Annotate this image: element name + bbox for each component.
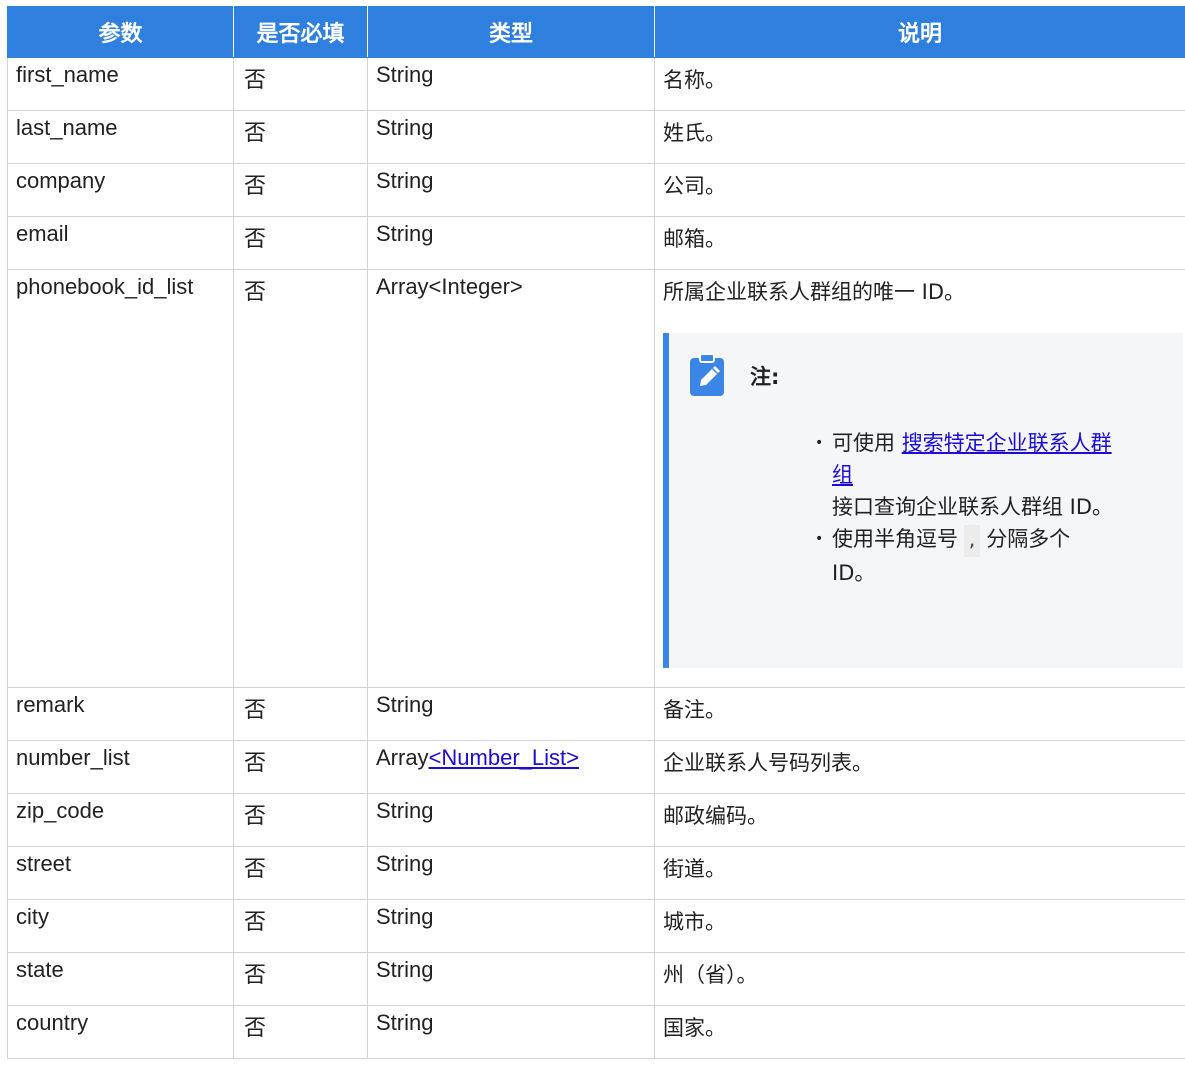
note-item2-prefix: 使用半角逗号: [832, 527, 958, 551]
required-value: 否: [244, 751, 267, 776]
param-name: street: [16, 851, 72, 876]
table-row: number_list 否 Array<Number_List> 企业联系人号码…: [7, 740, 1185, 794]
description-value: 邮政编码。: [663, 804, 768, 828]
table-row: first_name 否 String 名称。: [7, 57, 1185, 111]
type-value: String: [376, 904, 434, 929]
type-value: String: [376, 957, 434, 982]
header-required: 是否必填: [233, 6, 368, 58]
note-list: 可使用 搜索特定企业联系人群组接口查询企业联系人群组 ID。 使用半角逗号,分隔…: [815, 427, 1115, 589]
type-value: Array<Number_List>: [376, 741, 654, 771]
required-value: 否: [244, 1016, 267, 1041]
required-value: 否: [244, 280, 267, 305]
required-value: 否: [244, 227, 267, 252]
description-value: 街道。: [663, 857, 726, 881]
note-item: 可使用 搜索特定企业联系人群组接口查询企业联系人群组 ID。: [815, 427, 1115, 523]
table-row: zip_code 否 String 邮政编码。: [7, 793, 1185, 847]
type-value: String: [376, 851, 434, 876]
param-name: last_name: [16, 115, 118, 140]
description-value: 城市。: [663, 910, 726, 934]
required-value: 否: [244, 910, 267, 935]
description-value: 邮箱。: [663, 227, 726, 251]
header-type: 类型: [367, 6, 655, 58]
type-value: Array<Integer>: [376, 274, 523, 299]
required-value: 否: [244, 698, 267, 723]
required-value: 否: [244, 121, 267, 146]
note-item1-prefix: 可使用: [832, 431, 902, 455]
comma-code: ,: [964, 525, 981, 557]
table-row: email 否 String 邮箱。: [7, 216, 1185, 270]
param-name: country: [16, 1010, 89, 1035]
table-row: city 否 String 城市。: [7, 899, 1185, 953]
table-row: country 否 String 国家。: [7, 1005, 1185, 1059]
table-row: company 否 String 公司。: [7, 163, 1185, 217]
type-value: String: [376, 1010, 434, 1035]
note-item1-suffix: 接口查询企业联系人群组 ID。: [832, 495, 1114, 519]
description-value: 企业联系人号码列表。: [663, 751, 873, 775]
parameter-table: 参数 是否必填 类型 说明 first_name 否 String 名称。 la…: [7, 6, 1185, 1059]
note-title: 注:: [750, 365, 780, 389]
description-value: 所属企业联系人群组的唯一 ID。: [663, 280, 966, 304]
required-value: 否: [244, 963, 267, 988]
type-value: String: [376, 115, 434, 140]
table-header-row: 参数 是否必填 类型 说明: [7, 6, 1185, 58]
param-name: remark: [16, 692, 85, 717]
param-name: first_name: [16, 62, 119, 87]
type-value: String: [376, 62, 434, 87]
param-name: phonebook_id_list: [16, 274, 194, 299]
note-callout: 注: 可使用 搜索特定企业联系人群组接口查询企业联系人群组 ID。 使用半角逗号…: [663, 333, 1183, 668]
table-row: phonebook_id_list 否 Array<Integer> 所属企业联…: [7, 269, 1185, 688]
type-prefix: Array: [376, 745, 429, 770]
description-value: 国家。: [663, 1016, 726, 1040]
description-value: 名称。: [663, 68, 726, 92]
description-value: 州（省）。: [663, 963, 758, 987]
table-row: state 否 String 州（省）。: [7, 952, 1185, 1006]
type-value: String: [376, 798, 434, 823]
table-row: remark 否 String 备注。: [7, 687, 1185, 741]
note-item: 使用半角逗号,分隔多个 ID。: [815, 523, 1115, 589]
description-value: 备注。: [663, 698, 726, 722]
number-list-link[interactable]: <Number_List>: [429, 745, 579, 770]
param-name: email: [16, 221, 69, 246]
type-value: String: [376, 168, 434, 193]
param-name: company: [16, 168, 106, 193]
edit-note-icon: [690, 353, 724, 396]
param-name: zip_code: [16, 798, 105, 823]
param-name: city: [16, 904, 49, 929]
required-value: 否: [244, 857, 267, 882]
description-value: 姓氏。: [663, 121, 726, 145]
param-name: number_list: [16, 745, 130, 770]
header-description: 说明: [654, 6, 1185, 58]
table-row: street 否 String 街道。: [7, 846, 1185, 900]
type-value: String: [376, 692, 434, 717]
description-value: 公司。: [663, 174, 726, 198]
table-row: last_name 否 String 姓氏。: [7, 110, 1185, 164]
required-value: 否: [244, 174, 267, 199]
required-value: 否: [244, 804, 267, 829]
param-name: state: [16, 957, 64, 982]
header-param: 参数: [7, 6, 234, 58]
type-value: String: [376, 221, 434, 246]
required-value: 否: [244, 68, 267, 93]
